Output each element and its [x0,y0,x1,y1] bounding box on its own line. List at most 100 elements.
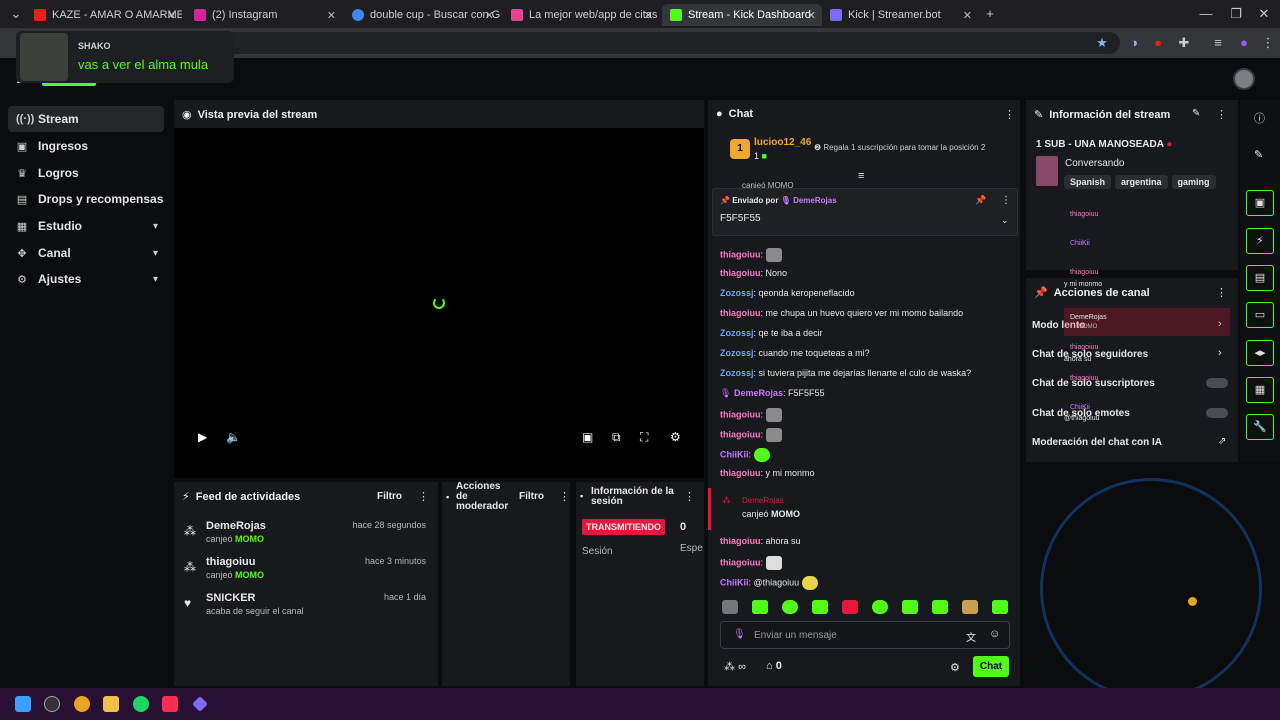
emote-icon[interactable] [992,600,1008,614]
new-tab-icon[interactable]: + [982,6,998,22]
collapse-icon[interactable]: ≡ [858,170,864,182]
redeem-user[interactable]: DemeRojas [742,496,784,505]
emote-icon[interactable] [962,600,978,614]
media-icon[interactable]: ≡ [1210,35,1226,51]
shield-icon: ▪ [446,492,450,502]
close-icon[interactable]: ✕ [963,9,972,22]
store-icon: ⌂ [766,660,773,672]
sidebar-item-canal[interactable]: ✥ Canal ▾ [8,240,164,266]
chat-input-placeholder: Enviar un mensaje [754,630,837,641]
tag[interactable]: argentina [1115,175,1168,189]
rail-button[interactable]: ◂▸ [1246,340,1274,366]
pip-icon[interactable]: ⧉ [612,430,621,445]
more-options-icon[interactable]: ⋮ [1216,108,1227,121]
settings-icon[interactable]: ⚙ [670,430,681,444]
emote-icon[interactable] [932,600,948,614]
emote-icon[interactable] [872,600,888,614]
stream-preview-video[interactable]: ▶ 🔈 ▣ ⧉ ⛶ ⚙ [174,128,704,478]
emote-icon[interactable] [752,600,768,614]
sidebar-item-drops[interactable]: ▤ Drops y recompensas [8,186,164,212]
pin-icon[interactable]: 📌 [975,195,986,206]
rail-button[interactable]: ▣ [1246,190,1274,216]
window-close-icon[interactable]: ✕ [1256,6,1272,22]
filter-button[interactable]: Filtro [377,491,402,502]
browser-tab-active[interactable]: Stream - Kick Dashboard ✕ [662,4,822,26]
streamerbot-icon[interactable] [192,696,208,712]
rail-button[interactable]: ▭ [1246,302,1274,328]
browser-tab[interactable]: La mejor web/app de citas grat ✕ [503,4,659,26]
tag[interactable]: gaming [1171,175,1216,189]
chat-message: thiagoiuu: [720,428,1020,442]
emoji-icon[interactable]: ☺ [989,628,1000,640]
chat-input[interactable]: 🎙 Enviar un mensaje 文 ☺ [720,621,1010,649]
close-icon[interactable]: ✕ [167,9,176,22]
send-chat-button[interactable]: Chat [973,656,1009,677]
obs-icon[interactable] [44,696,60,712]
sidebar-item-ingresos[interactable]: ▣ Ingresos [8,133,164,159]
external-link-icon[interactable]: ⇗ [1218,436,1226,447]
more-options-icon[interactable]: ⋮ [559,490,570,503]
emote-icon[interactable] [722,600,738,614]
sidebar-item-estudio[interactable]: ▦ Estudio ▾ [8,213,164,239]
close-icon[interactable]: ✕ [327,9,336,22]
tag[interactable]: Spanish [1064,175,1112,189]
restore-icon[interactable]: ❐ [1228,6,1244,22]
sidebar-item-logros[interactable]: ♛ Logros [8,160,164,186]
chat-settings-icon[interactable]: ⚙ [950,661,960,674]
fullscreen-icon[interactable]: ⛶ [640,430,648,445]
chevron-down-icon[interactable]: ⌄ [1001,215,1009,226]
browser-tab[interactable]: double cup - Buscar con Googl ✕ [344,4,500,26]
rail-button[interactable]: ▤ [1246,265,1274,291]
category-name[interactable]: Conversando [1065,158,1124,169]
menu-icon[interactable]: ⋮ [1260,35,1276,51]
extension-icon[interactable]: ● [1150,35,1166,51]
play-icon[interactable]: ▶ [198,430,207,444]
translate-icon[interactable]: 文 [966,629,976,644]
bookmark-star-icon[interactable]: ★ [1094,35,1110,51]
rail-button[interactable]: ⚡ [1246,228,1274,254]
spotify-icon[interactable] [133,696,149,712]
chrome-icon[interactable] [74,696,90,712]
more-options-icon[interactable]: ⋮ [684,490,695,503]
sidebar-item-stream[interactable]: ((·)) Stream [8,106,164,132]
emote-icon[interactable] [842,600,858,614]
viewer-count[interactable]: ⁂ ∞ [724,660,746,673]
ai-moderation-row[interactable]: Moderación del chat con IA [1032,437,1162,448]
edit-icon[interactable]: ✎ [1192,108,1200,119]
profile-icon[interactable]: ● [1236,35,1252,51]
browser-tab[interactable]: (2) Instagram ✕ [186,4,342,26]
emote-icon[interactable] [812,600,828,614]
more-options-icon[interactable]: ⋮ [1001,195,1011,206]
tiktok-icon[interactable] [162,696,178,712]
pinned-message[interactable]: 📌 Enviado por 🎙 DemeRojas F5F5F55 📌 ⋮ ⌄ [712,188,1018,236]
browser-tab[interactable]: KAZE - AMAR O AMARME [PRO ✕ [26,4,182,26]
rail-button[interactable]: ▦ [1246,377,1274,403]
browser-tab[interactable]: Kick | Streamer.bot ✕ [822,4,978,26]
avatar[interactable] [1233,68,1255,90]
emote-icon[interactable] [782,600,798,614]
windows-start-icon[interactable] [15,696,31,712]
info-icon[interactable]: ⓘ [1254,110,1265,126]
close-icon[interactable]: ✕ [485,9,494,22]
top-gifter-name[interactable]: lucioo12_46 [754,137,811,148]
folder-icon[interactable] [103,696,119,712]
filter-button[interactable]: Filtro [519,491,544,502]
more-options-icon[interactable]: ⋮ [418,490,429,503]
minimize-icon[interactable]: — [1198,6,1214,22]
extension-icon[interactable]: ◑ [1126,35,1142,51]
google-icon [352,9,364,21]
emote-icon[interactable] [902,600,918,614]
more-options-icon[interactable]: ⋮ [1004,108,1015,121]
tab-search-icon[interactable]: ⌄ [8,6,24,22]
theater-icon[interactable]: ▣ [582,430,593,444]
rail-button[interactable]: 🔧 [1246,414,1274,440]
volume-icon[interactable]: 🔈 [226,430,241,444]
store-count[interactable]: ⌂ 0 [766,660,782,672]
close-icon[interactable]: ✕ [644,9,653,22]
puzzle-icon[interactable]: ✚ [1176,35,1192,51]
close-icon[interactable]: ✕ [807,9,816,22]
sidebar-item-ajustes[interactable]: ⚙ Ajustes ▾ [8,266,164,292]
gift-prompt[interactable]: ❷ Regala 1 suscripción para tomar la pos… [814,143,985,152]
trophy-icon: ♛ [17,167,27,180]
edit-icon[interactable]: ✎ [1254,148,1263,161]
